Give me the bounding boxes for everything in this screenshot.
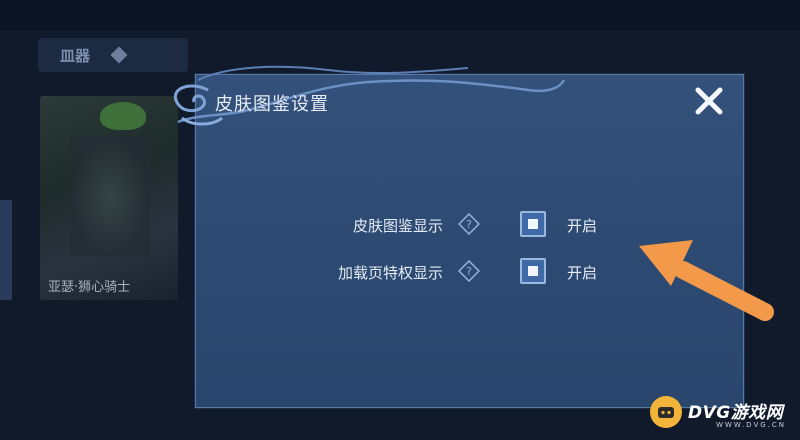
hero-skin-card[interactable]	[40, 96, 178, 300]
question-diamond-icon[interactable]: ?	[458, 260, 480, 282]
setting-label-skin-gallery-display: 皮肤图鉴显示	[352, 217, 443, 235]
close-icon[interactable]	[690, 82, 728, 120]
loading-privilege-display-checkbox[interactable]	[520, 258, 546, 284]
checkbox-check-mark	[528, 266, 538, 276]
dialog-title: 皮肤图鉴设置	[215, 94, 329, 115]
svg-text:?: ?	[466, 218, 472, 231]
arrow-pointer-icon	[639, 240, 774, 321]
hero-skin-card-title: 亚瑟·狮心骑士	[48, 280, 131, 295]
svg-text:?: ?	[466, 265, 472, 278]
setting-label-loading-privilege-display: 加载页特权显示	[337, 264, 443, 282]
side-panel-edge	[0, 200, 12, 300]
question-diamond-icon[interactable]: ?	[458, 213, 480, 235]
category-tab-label: 皿器	[60, 47, 91, 65]
top-bar	[0, 0, 800, 30]
dvg-logo-icon	[650, 396, 682, 428]
watermark-url: WWW.DVG.CN	[716, 421, 787, 429]
skin-gallery-display-checkbox[interactable]	[520, 211, 546, 237]
setting-state-loading-privilege-display: 开启	[567, 264, 598, 282]
checkbox-check-mark	[528, 219, 538, 229]
setting-state-skin-gallery-display: 开启	[567, 217, 598, 235]
watermark-text: DVG游戏网	[688, 403, 784, 423]
